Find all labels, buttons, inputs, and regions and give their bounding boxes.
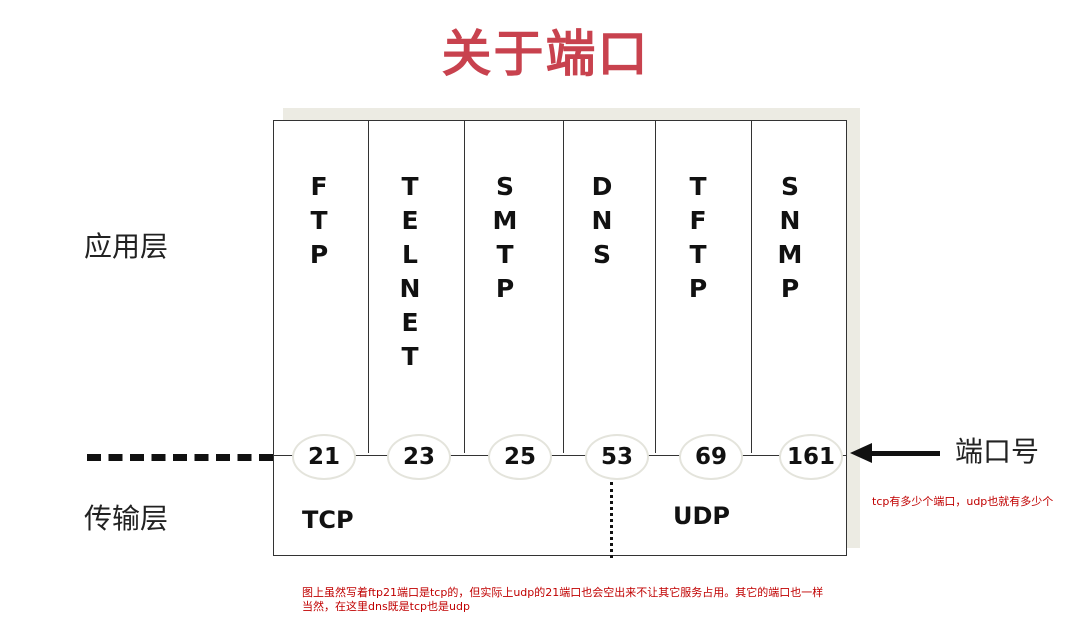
protocol-label-dns: DNS — [591, 172, 613, 269]
bottom-note-line-2: 当然，在这里dns既是tcp也是udp — [302, 600, 470, 613]
port-boundary-line — [273, 455, 847, 456]
tcp-udp-divider — [610, 482, 613, 558]
udp-label: UDP — [673, 502, 730, 530]
port-circle-161: 161 — [779, 434, 843, 480]
port-circle-69: 69 — [679, 434, 743, 480]
page-title: 关于端口 — [441, 25, 650, 83]
transport-layer-label: 传输层 — [84, 502, 169, 535]
arrow-left-icon — [850, 443, 872, 463]
protocol-label-telnet: TELNET — [399, 172, 421, 371]
side-note: tcp有多少个端口，udp也就有多少个 — [872, 495, 1054, 508]
protocol-label-snmp: SNMP — [777, 172, 803, 303]
port-number-label: 端口号 — [955, 435, 1040, 468]
port-circle-25: 25 — [488, 434, 552, 480]
bottom-note-line-1: 图上虽然写着ftp21端口是tcp的，但实际上udp的21端口也会空出来不让其它… — [302, 586, 824, 599]
arrow-shaft — [868, 451, 940, 456]
port-circle-53: 53 — [585, 434, 649, 480]
port-circle-21: 21 — [292, 434, 356, 480]
protocol-label-tftp: TFTP — [688, 172, 708, 303]
port-circle-23: 23 — [387, 434, 451, 480]
protocol-label-smtp: SMTP — [492, 172, 518, 303]
application-layer-label: 应用层 — [84, 230, 169, 263]
protocol-label-ftp: FTP — [309, 172, 329, 269]
tcp-label: TCP — [302, 506, 354, 534]
port-line-dashed-extension — [87, 454, 273, 461]
